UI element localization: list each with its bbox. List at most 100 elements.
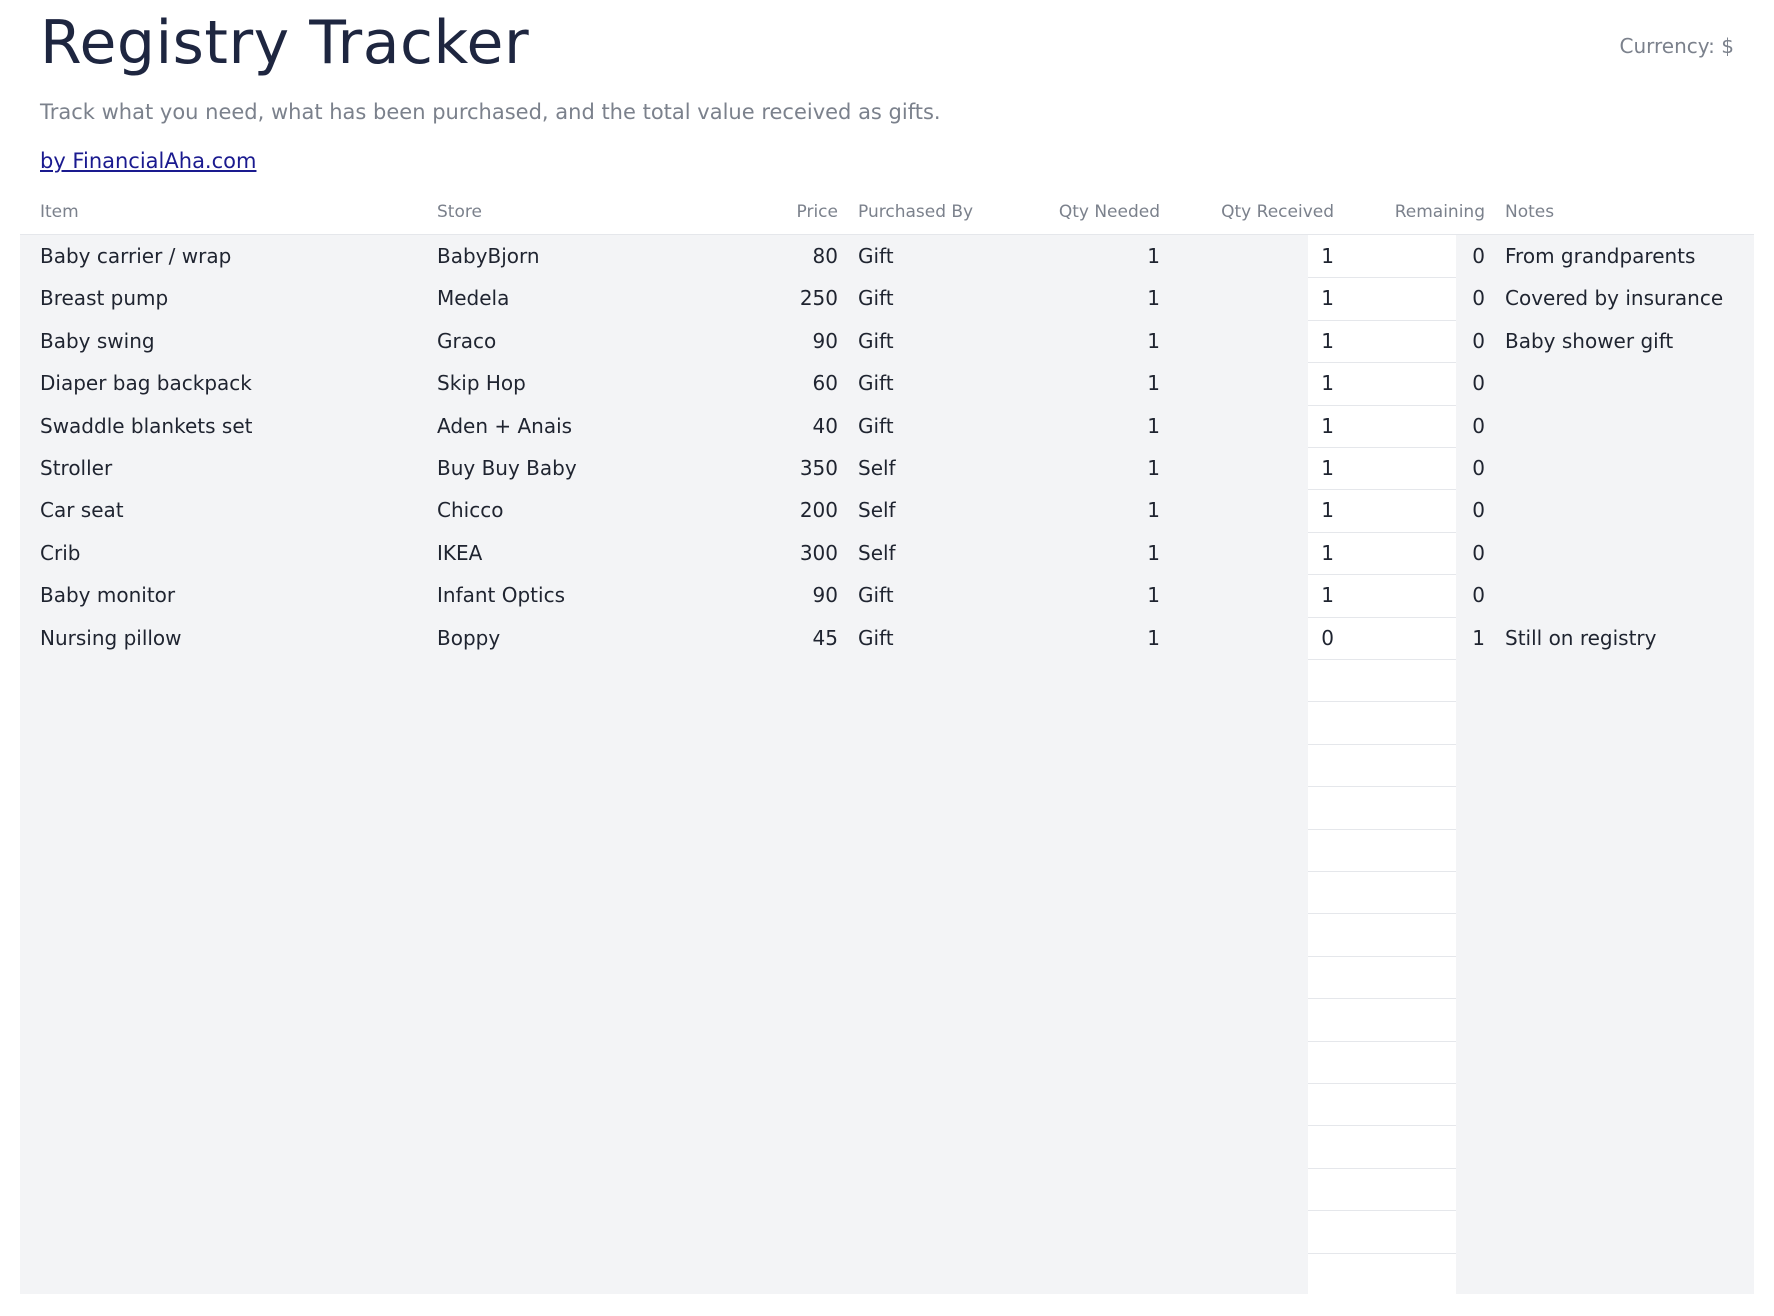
byline-link[interactable]: by FinancialAha.com	[40, 149, 256, 173]
cell-notes[interactable]: Still on registry	[1505, 617, 1745, 659]
remaining-row-divider	[1308, 998, 1456, 999]
cell-price[interactable]: 250	[710, 277, 838, 319]
cell-notes[interactable]: Baby shower gift	[1505, 320, 1745, 362]
cell-qty-received[interactable]: 1	[1170, 277, 1334, 319]
table-row[interactable]: Breast pump Medela 250 Gift 1 1 0 Covered by in…	[20, 277, 1754, 319]
cell-price[interactable]: 80	[710, 235, 838, 277]
cell-qty-needed[interactable]: 1	[1010, 362, 1160, 404]
cell-remaining[interactable]: 0	[1340, 320, 1485, 362]
cell-store[interactable]: Boppy	[437, 617, 737, 659]
cell-item[interactable]: Diaper bag backpack	[40, 362, 410, 404]
cell-item[interactable]: Nursing pillow	[40, 617, 410, 659]
cell-qty-needed[interactable]: 1	[1010, 447, 1160, 489]
cell-item[interactable]: Breast pump	[40, 277, 410, 319]
cell-remaining[interactable]: 0	[1340, 489, 1485, 531]
cell-notes[interactable]	[1505, 447, 1745, 489]
cell-purchased-by[interactable]: Self	[858, 532, 1008, 574]
table-row[interactable]: Car seat Chicco 200 Self 1 1 0	[20, 489, 1754, 531]
cell-notes[interactable]	[1505, 574, 1745, 616]
cell-item[interactable]: Baby carrier / wrap	[40, 235, 410, 277]
cell-purchased-by[interactable]: Gift	[858, 320, 1008, 362]
cell-price[interactable]: 40	[710, 405, 838, 447]
cell-price[interactable]: 90	[710, 320, 838, 362]
cell-store[interactable]: IKEA	[437, 532, 737, 574]
remaining-row-divider	[1308, 956, 1456, 957]
cell-price[interactable]: 45	[710, 617, 838, 659]
cell-qty-received[interactable]: 1	[1170, 405, 1334, 447]
cell-purchased-by[interactable]: Gift	[858, 277, 1008, 319]
cell-price[interactable]: 60	[710, 362, 838, 404]
cell-qty-needed[interactable]: 1	[1010, 489, 1160, 531]
cell-qty-received[interactable]: 1	[1170, 235, 1334, 277]
cell-purchased-by[interactable]: Self	[858, 489, 1008, 531]
remaining-row-divider	[1308, 829, 1456, 830]
cell-qty-received[interactable]: 0	[1170, 617, 1334, 659]
cell-purchased-by[interactable]: Self	[858, 447, 1008, 489]
cell-qty-needed[interactable]: 1	[1010, 532, 1160, 574]
cell-remaining[interactable]: 0	[1340, 405, 1485, 447]
table-row[interactable]: Baby carrier / wrap BabyBjorn 80 Gift 1 1 0 Fro…	[20, 235, 1754, 277]
table-row[interactable]: Crib IKEA 300 Self 1 1 0	[20, 532, 1754, 574]
cell-qty-needed[interactable]: 1	[1010, 574, 1160, 616]
cell-store[interactable]: Chicco	[437, 489, 737, 531]
cell-item[interactable]: Car seat	[40, 489, 410, 531]
cell-qty-needed[interactable]: 1	[1010, 320, 1160, 362]
table-row[interactable]: Nursing pillow Boppy 45 Gift 1 0 1 Still on reg…	[20, 617, 1754, 659]
table-row[interactable]: Stroller Buy Buy Baby 350 Self 1 1 0	[20, 447, 1754, 489]
cell-purchased-by[interactable]: Gift	[858, 405, 1008, 447]
table-row[interactable]: Swaddle blankets set Aden + Anais 40 Gift 1 1…	[20, 405, 1754, 447]
cell-item[interactable]: Stroller	[40, 447, 410, 489]
cell-notes[interactable]	[1505, 489, 1745, 531]
cell-purchased-by[interactable]: Gift	[858, 235, 1008, 277]
cell-remaining[interactable]: 0	[1340, 532, 1485, 574]
cell-store[interactable]: Infant Optics	[437, 574, 737, 616]
cell-store[interactable]: BabyBjorn	[437, 235, 737, 277]
cell-qty-received[interactable]: 1	[1170, 320, 1334, 362]
cell-qty-needed[interactable]: 1	[1010, 617, 1160, 659]
cell-notes[interactable]	[1505, 532, 1745, 574]
cell-remaining[interactable]: 0	[1340, 574, 1485, 616]
cell-purchased-by[interactable]: Gift	[858, 362, 1008, 404]
cell-remaining[interactable]: 1	[1340, 617, 1485, 659]
table-row[interactable]: Diaper bag backpack Skip Hop 60 Gift 1 1 0	[20, 362, 1754, 404]
table-row[interactable]: Baby swing Graco 90 Gift 1 1 0 Baby shower gift	[20, 320, 1754, 362]
cell-notes[interactable]: From grandparents	[1505, 235, 1745, 277]
cell-remaining[interactable]: 0	[1340, 362, 1485, 404]
cell-qty-received[interactable]: 1	[1170, 532, 1334, 574]
cell-store[interactable]: Aden + Anais	[437, 405, 737, 447]
cell-purchased-by[interactable]: Gift	[858, 574, 1008, 616]
cell-store[interactable]: Buy Buy Baby	[437, 447, 737, 489]
cell-item[interactable]: Swaddle blankets set	[40, 405, 410, 447]
cell-price[interactable]: 90	[710, 574, 838, 616]
cell-notes[interactable]	[1505, 405, 1745, 447]
cell-remaining[interactable]: 0	[1340, 447, 1485, 489]
cell-price[interactable]: 300	[710, 532, 838, 574]
cell-qty-received[interactable]: 1	[1170, 574, 1334, 616]
cell-qty-needed[interactable]: 1	[1010, 405, 1160, 447]
cell-notes[interactable]	[1505, 362, 1745, 404]
cell-remaining[interactable]: 0	[1340, 277, 1485, 319]
remaining-row-divider	[1308, 786, 1456, 787]
cell-item[interactable]: Baby swing	[40, 320, 410, 362]
cell-store[interactable]: Skip Hop	[437, 362, 737, 404]
cell-price[interactable]: 200	[710, 489, 838, 531]
table-row[interactable]: Baby monitor Infant Optics 90 Gift 1 1 0	[20, 574, 1754, 616]
cell-price[interactable]: 350	[710, 447, 838, 489]
remaining-row-divider	[1308, 277, 1456, 278]
cell-qty-received[interactable]: 1	[1170, 362, 1334, 404]
remaining-row-divider	[1308, 320, 1456, 321]
cell-item[interactable]: Crib	[40, 532, 410, 574]
cell-store[interactable]: Graco	[437, 320, 737, 362]
cell-qty-needed[interactable]: 1	[1010, 235, 1160, 277]
cell-remaining[interactable]: 0	[1340, 235, 1485, 277]
cell-item[interactable]: Baby monitor	[40, 574, 410, 616]
cell-qty-received[interactable]: 1	[1170, 489, 1334, 531]
cell-purchased-by[interactable]: Gift	[858, 617, 1008, 659]
column-header-purchased-by: Purchased By	[858, 202, 974, 222]
cell-qty-received[interactable]: 1	[1170, 447, 1334, 489]
cell-notes[interactable]: Covered by insurance	[1505, 277, 1745, 319]
currency-label: Currency: $	[1619, 34, 1734, 58]
remaining-row-divider	[1308, 913, 1456, 914]
cell-qty-needed[interactable]: 1	[1010, 277, 1160, 319]
cell-store[interactable]: Medela	[437, 277, 737, 319]
